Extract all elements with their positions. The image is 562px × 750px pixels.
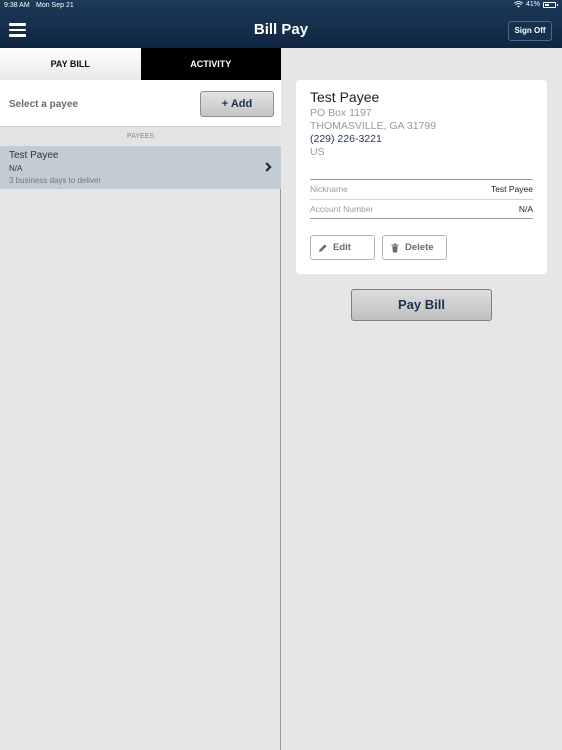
app-header: 9:38 AM Mon Sep 21 41% Bill Pay Sign Off — [0, 0, 562, 48]
detail-payee-name: Test Payee — [310, 89, 380, 105]
page-title: Bill Pay — [253, 21, 309, 38]
battery-icon — [543, 1, 558, 8]
edit-payee-button[interactable]: Edit — [310, 235, 375, 260]
sign-off-button[interactable]: Sign Off — [508, 21, 552, 41]
edit-label: Edit — [333, 242, 351, 253]
status-bar: 9:38 AM Mon Sep 21 41% — [0, 0, 562, 12]
account-number-row: Account Number N/A — [310, 199, 533, 219]
payees-section-header: PAYEES — [0, 127, 281, 146]
chevron-right-icon — [265, 162, 272, 172]
tab-bar: PAY BILL ACTIVITY — [0, 48, 281, 80]
add-payee-button[interactable]: + Add — [200, 91, 274, 117]
delete-label: Delete — [405, 242, 434, 253]
detail-phone-link[interactable]: (229) 226-3221 — [310, 133, 382, 145]
payee-name: Test Payee — [9, 150, 59, 161]
account-number-value: N/A — [518, 204, 533, 214]
battery-percent: 41% — [525, 1, 540, 8]
tab-pay-bill[interactable]: PAY BILL — [0, 48, 141, 80]
pencil-icon — [319, 244, 327, 252]
detail-address-line2: THOMASVILLE, GA 31799 — [310, 120, 437, 132]
account-number-label: Account Number — [310, 204, 374, 214]
pay-bill-button[interactable]: Pay Bill — [351, 289, 492, 321]
select-payee-label: Select a payee — [9, 99, 78, 110]
delete-payee-button[interactable]: Delete — [382, 235, 447, 260]
nickname-label: Nickname — [310, 184, 348, 194]
detail-address-line1: PO Box 1197 — [310, 107, 372, 119]
payee-detail-card: Test Payee PO Box 1197 THOMASVILLE, GA 3… — [296, 80, 547, 274]
payee-account: N/A — [9, 164, 23, 173]
status-time: 9:38 AM — [4, 2, 30, 9]
payee-list-item[interactable]: Test Payee N/A 3 business days to delive… — [0, 146, 281, 189]
detail-country: US — [310, 146, 325, 158]
hamburger-menu-icon[interactable] — [9, 23, 26, 37]
payee-delivery-time: 3 business days to deliver — [9, 176, 102, 185]
nickname-value: Test Payee — [490, 184, 533, 194]
payee-list-pane: PAY BILL ACTIVITY Select a payee + Add P… — [0, 48, 281, 750]
wifi-icon — [514, 1, 523, 8]
trash-icon — [391, 243, 399, 253]
status-indicators: 41% — [514, 1, 558, 8]
tab-activity[interactable]: ACTIVITY — [140, 48, 281, 80]
status-date: Mon Sep 21 — [36, 2, 74, 9]
select-payee-row: Select a payee + Add — [0, 80, 281, 127]
nickname-row: Nickname Test Payee — [310, 179, 533, 199]
